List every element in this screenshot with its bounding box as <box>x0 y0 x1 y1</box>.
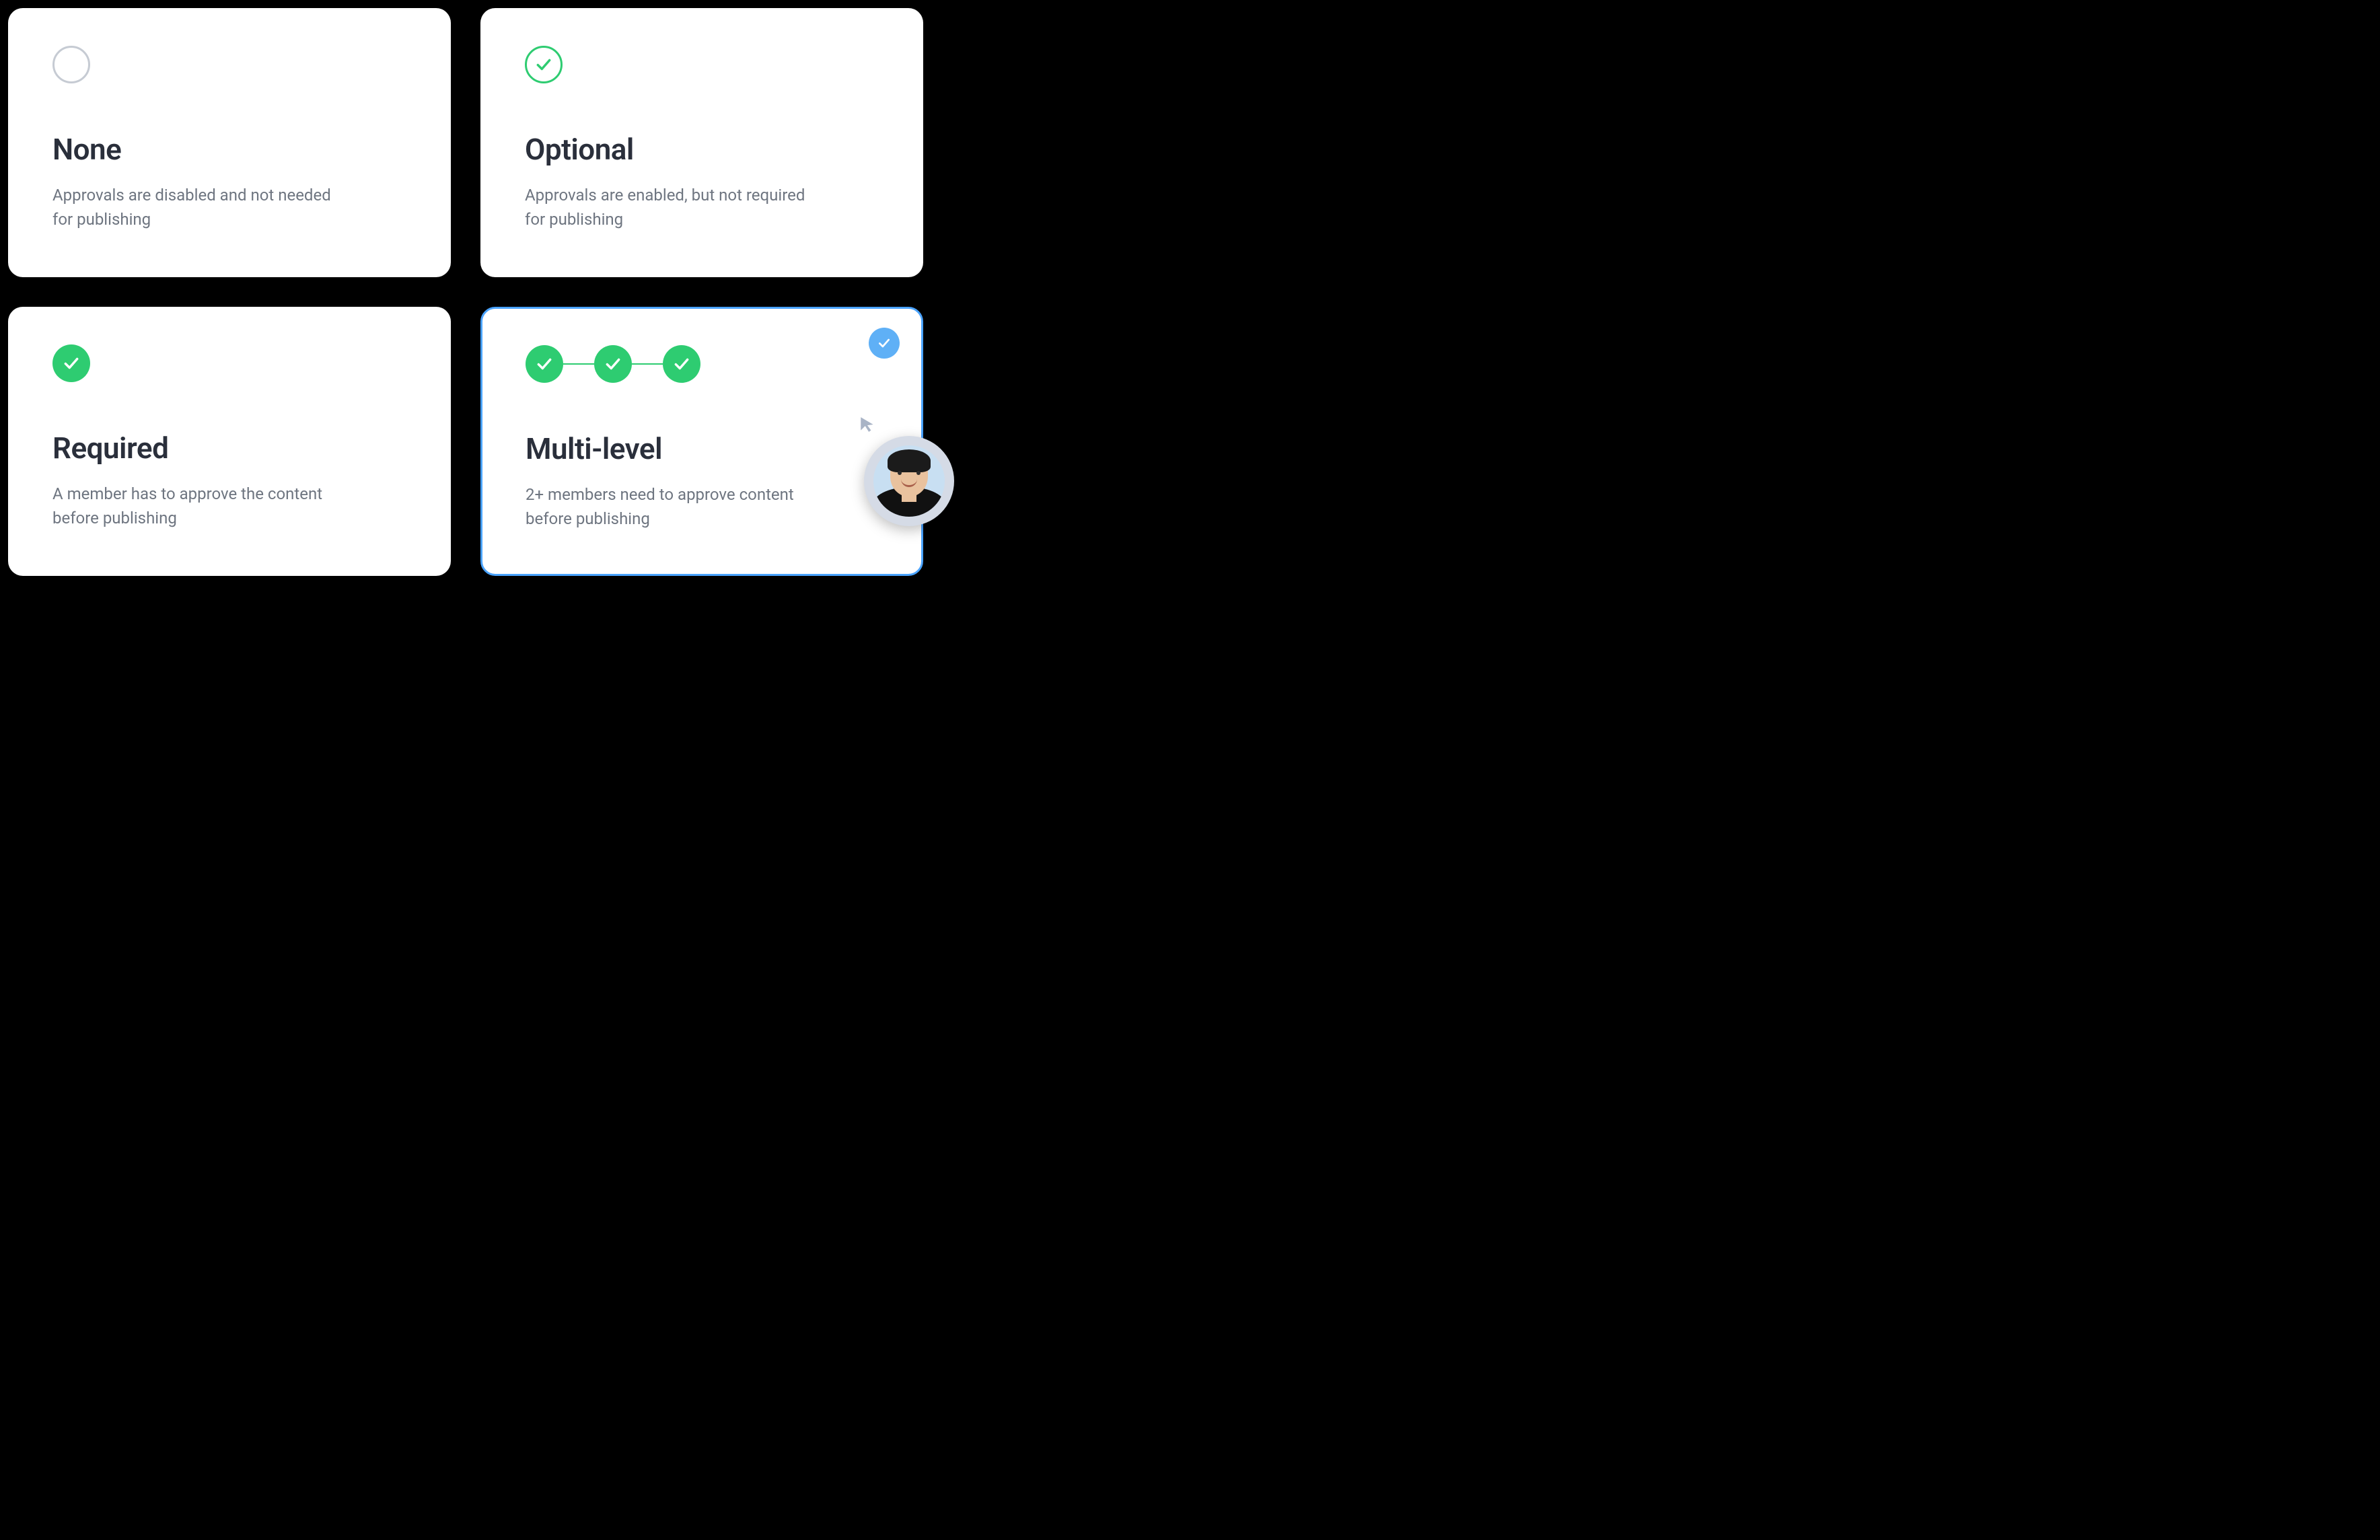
multi-step-check-icon <box>526 345 700 383</box>
filled-check-icon <box>52 344 90 382</box>
card-icon-zone <box>526 341 884 387</box>
card-title: None <box>52 132 412 167</box>
card-icon-zone <box>52 42 412 87</box>
card-description: Approvals are disabled and not needed fo… <box>52 183 335 231</box>
outline-check-icon <box>525 46 563 83</box>
option-card-multi-level[interactable]: Multi-level 2+ members need to approve c… <box>480 307 923 576</box>
step-connector <box>632 363 663 365</box>
card-icon-zone <box>525 42 884 87</box>
collaborator-cursor <box>864 436 954 526</box>
selected-badge-icon <box>869 328 900 359</box>
card-description: Approvals are enabled, but not required … <box>525 183 807 231</box>
card-icon-zone <box>52 340 412 386</box>
step-check-icon <box>526 345 563 383</box>
card-title: Required <box>52 431 412 466</box>
avatar <box>864 436 954 526</box>
card-description: A member has to approve the content befo… <box>52 482 335 530</box>
card-title: Optional <box>525 132 884 167</box>
option-card-required[interactable]: Required A member has to approve the con… <box>8 307 451 576</box>
step-check-icon <box>594 345 632 383</box>
card-description: 2+ members need to approve content befor… <box>526 482 808 531</box>
step-connector <box>563 363 594 365</box>
option-card-optional[interactable]: Optional Approvals are enabled, but not … <box>480 8 923 277</box>
approval-options-grid: None Approvals are disabled and not need… <box>0 0 942 584</box>
empty-circle-icon <box>52 46 90 83</box>
option-card-none[interactable]: None Approvals are disabled and not need… <box>8 8 451 277</box>
step-check-icon <box>663 345 700 383</box>
card-title: Multi-level <box>526 431 884 466</box>
